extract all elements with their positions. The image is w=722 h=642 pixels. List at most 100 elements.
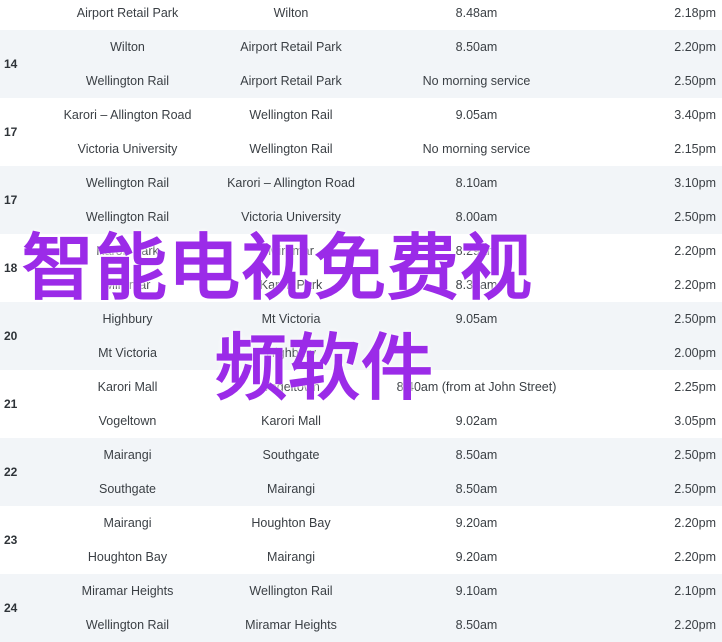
from-stop-cell: Wellington Rail xyxy=(54,200,201,234)
from-stop-cell: Wellington Rail xyxy=(54,64,201,98)
morning-time-cell: 8.50am xyxy=(381,608,572,642)
table-row: Miramar Karori Park 8.30am 2.20pm xyxy=(0,268,722,302)
table-row: Wellington Rail Victoria University 8.00am… xyxy=(0,200,722,234)
from-stop-cell: Victoria University xyxy=(77,142,178,156)
route-number: 17 xyxy=(0,166,54,234)
morning-time-cell: 8.29am xyxy=(455,244,498,258)
to-stop-cell: Wellington Rail xyxy=(249,108,333,122)
to-stop-cell: Southgate xyxy=(201,438,381,472)
route-number: 24 xyxy=(0,574,54,642)
table-row: Airport Retail Park Wilton 8.48am 2.18pm xyxy=(0,0,722,30)
return-time-cell: 3.10pm xyxy=(572,166,722,200)
return-time-cell: 2.15pm xyxy=(674,142,716,156)
return-time-cell: 2.20pm xyxy=(674,244,716,258)
to-stop-cell: Highbury xyxy=(201,336,381,370)
from-stop-cell: Wilton xyxy=(54,30,201,64)
table-row: 17 Karori – Allington Road Wellington Rail… xyxy=(0,98,722,139)
table-row: Wellington Rail Airport Retail Park No mor… xyxy=(0,64,722,98)
morning-time-cell: 8.40am (from at John Street) xyxy=(396,380,557,394)
table-row: 23 Mairangi Houghton Bay 9.20am 2.20pm xyxy=(0,506,722,547)
route-number: 21 xyxy=(4,397,18,411)
to-stop-cell: Mairangi xyxy=(201,472,381,506)
timetable: Airport Retail Park Wilton 8.48am 2.18pm 14 W… xyxy=(0,0,722,642)
table-row: Mt Victoria Highbury 2.00pm xyxy=(0,336,722,370)
morning-time-cell: 8.50am xyxy=(381,472,572,506)
from-stop-cell: Wellington Rail xyxy=(54,608,201,642)
table-row: 18 Karori Park Miramar 8.29am 2.20pm xyxy=(0,234,722,275)
table-row: Wellington Rail Miramar Heights 8.50am 2.20… xyxy=(0,608,722,642)
to-stop-cell: Karori Park xyxy=(259,278,323,292)
table-row: 22 Mairangi Southgate 8.50am 2.50pm xyxy=(0,438,722,506)
table-row: 24 Miramar Heights Wellington Rail 9.10am 2.… xyxy=(0,574,722,642)
to-stop-cell: Airport Retail Park xyxy=(201,64,381,98)
return-time-cell: 2.25pm xyxy=(674,380,716,394)
table-row: Victoria University Wellington Rail No mor… xyxy=(0,132,722,166)
from-stop-cell: Miramar Heights xyxy=(54,574,201,608)
morning-time-cell: 9.20am xyxy=(455,550,498,564)
return-time-cell: 2.20pm xyxy=(572,608,722,642)
to-stop-cell: Houghton Bay xyxy=(251,516,331,530)
morning-time-cell: 8.00am xyxy=(381,200,572,234)
return-time-cell: 2.50pm xyxy=(572,64,722,98)
return-time-cell: 2.50pm xyxy=(572,472,722,506)
return-time-cell: 2.20pm xyxy=(674,278,716,292)
table-row: Vogeltown Karori Mall 9.02am 3.05pm xyxy=(0,404,722,438)
morning-time-cell: 9.20am xyxy=(455,516,498,530)
return-time-cell: 2.20pm xyxy=(572,30,722,64)
return-time-cell: 2.50pm xyxy=(572,302,722,336)
morning-time-cell: 9.02am xyxy=(455,414,498,428)
from-stop-cell: Mt Victoria xyxy=(54,336,201,370)
to-stop-cell: Wellington Rail xyxy=(249,142,333,156)
return-time-cell: 2.20pm xyxy=(674,550,716,564)
morning-time-cell: 8.48am xyxy=(455,6,498,20)
return-time-cell: 2.20pm xyxy=(674,516,716,530)
return-time-cell: 2.10pm xyxy=(572,574,722,608)
morning-time-cell: 9.10am xyxy=(381,574,572,608)
to-stop-cell: Wellington Rail xyxy=(201,574,381,608)
morning-time-cell: 8.10am xyxy=(381,166,572,200)
table-row: 20 Highbury Mt Victoria 9.05am 2.50pm xyxy=(0,302,722,370)
return-time-cell: 2.50pm xyxy=(572,200,722,234)
table-row: 14 Wilton Airport Retail Park 8.50am 2.20pm xyxy=(0,30,722,98)
table-row: 17 Wellington Rail Karori – Allington Road… xyxy=(0,166,722,234)
to-stop-cell: Miramar Heights xyxy=(201,608,381,642)
from-stop-cell: Airport Retail Park xyxy=(76,6,179,20)
table-row: Houghton Bay Mairangi 9.20am 2.20pm xyxy=(0,540,722,574)
return-time-cell: 3.05pm xyxy=(674,414,716,428)
route-number: 14 xyxy=(0,30,54,98)
morning-time-cell: 8.50am xyxy=(381,438,572,472)
from-stop-cell: Vogeltown xyxy=(98,414,157,428)
from-stop-cell: Karori – Allington Road xyxy=(63,108,192,122)
route-number: 17 xyxy=(4,125,18,139)
table-row: 21 Karori Mall Vogeltown 8.40am (from at Jo… xyxy=(0,370,722,411)
return-time-cell: 2.50pm xyxy=(572,438,722,472)
to-stop-cell: Miramar xyxy=(268,244,314,258)
from-stop-cell: Miramar xyxy=(104,278,151,292)
to-stop-cell: Karori – Allington Road xyxy=(201,166,381,200)
from-stop-cell: Houghton Bay xyxy=(87,550,168,564)
from-stop-cell: Karori Park xyxy=(96,244,159,258)
to-stop-cell: Victoria University xyxy=(201,200,381,234)
morning-time-cell xyxy=(381,336,572,370)
route-number xyxy=(0,0,54,30)
morning-time-cell: 9.05am xyxy=(381,302,572,336)
from-stop-cell: Wellington Rail xyxy=(54,166,201,200)
from-stop-cell: Southgate xyxy=(54,472,201,506)
route-number: 18 xyxy=(4,261,18,275)
to-stop-cell: Karori Mall xyxy=(261,414,321,428)
morning-time-cell: No morning service xyxy=(422,142,531,156)
return-time-cell: 3.40pm xyxy=(674,108,716,122)
to-stop-cell: Airport Retail Park xyxy=(201,30,381,64)
morning-time-cell: No morning service xyxy=(381,64,572,98)
from-stop-cell: Karori Mall xyxy=(97,380,158,394)
return-time-cell: 2.18pm xyxy=(674,6,716,20)
to-stop-cell: Vogeltown xyxy=(262,380,320,394)
route-number: 22 xyxy=(0,438,54,506)
morning-time-cell: 8.30am xyxy=(455,278,498,292)
to-stop-cell: Mt Victoria xyxy=(201,302,381,336)
morning-time-cell: 8.50am xyxy=(381,30,572,64)
from-stop-cell: Mairangi xyxy=(103,516,152,530)
from-stop-cell: Highbury xyxy=(54,302,201,336)
morning-time-cell: 9.05am xyxy=(455,108,498,122)
to-stop-cell: Mairangi xyxy=(267,550,315,564)
